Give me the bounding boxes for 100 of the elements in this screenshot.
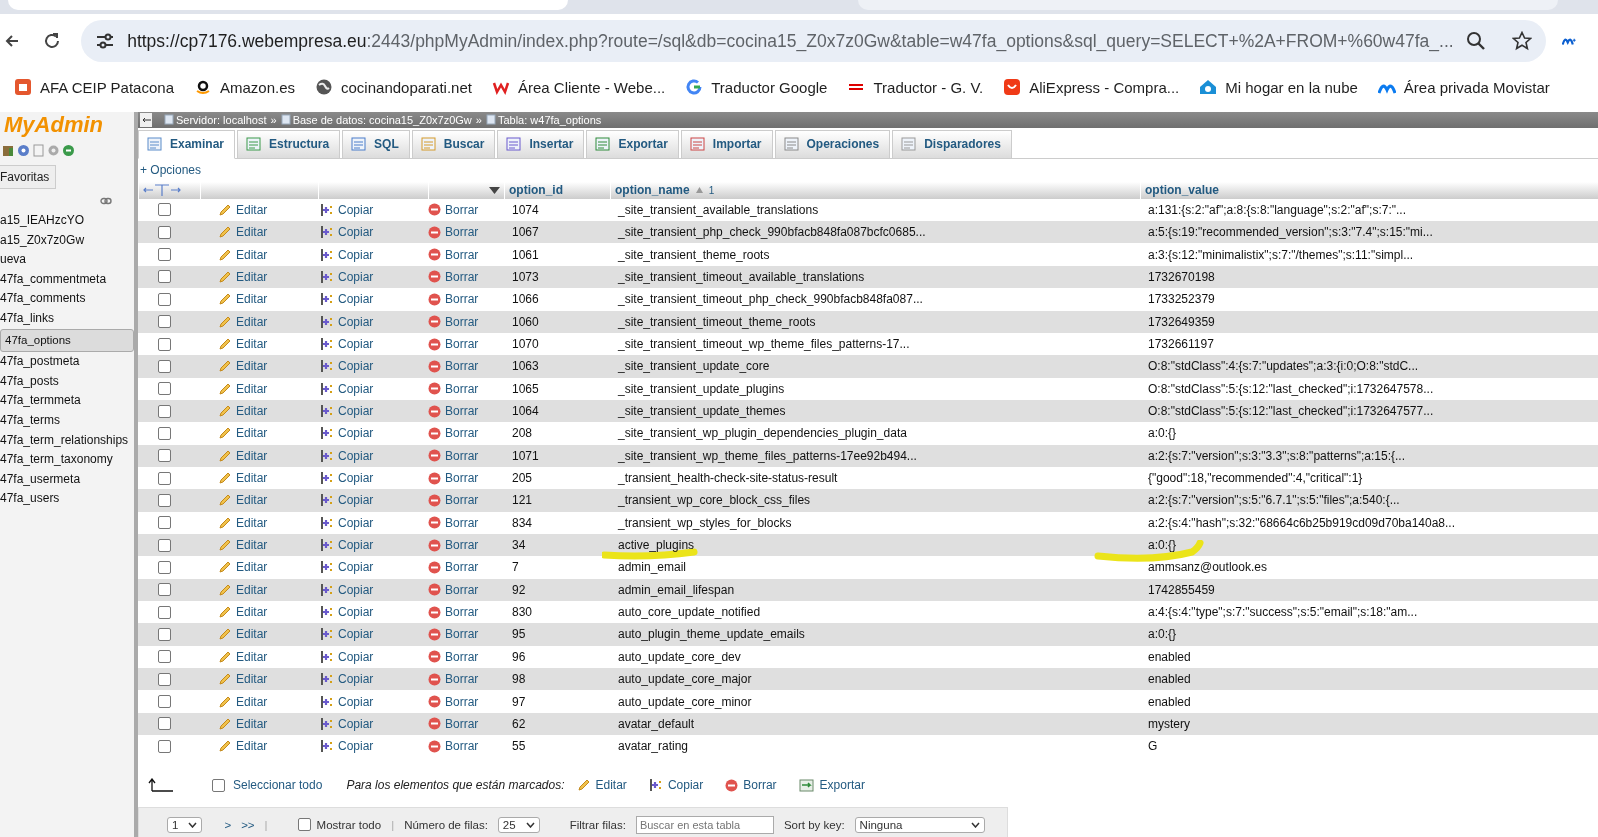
reload-icon[interactable] bbox=[43, 32, 62, 50]
row-checkbox[interactable] bbox=[158, 605, 171, 619]
copy-link[interactable]: Copiar bbox=[318, 270, 428, 284]
options-link[interactable]: + Opciones bbox=[140, 162, 202, 177]
back-icon[interactable] bbox=[3, 33, 18, 49]
edit-link[interactable]: Editar bbox=[200, 314, 318, 329]
edit-link[interactable]: Editar bbox=[200, 225, 318, 240]
row-checkbox[interactable] bbox=[158, 426, 171, 440]
copy-link[interactable]: Copiar bbox=[318, 448, 428, 463]
bookmark[interactable]: Mi hogar en la nube bbox=[1199, 78, 1358, 96]
search-icon[interactable] bbox=[1465, 31, 1486, 51]
copy-link[interactable]: Copiar bbox=[318, 381, 428, 396]
row-checkbox[interactable] bbox=[158, 628, 171, 641]
last-page-link[interactable]: >> bbox=[241, 819, 255, 831]
row-checkbox[interactable] bbox=[158, 672, 171, 686]
delete-link[interactable]: Borrar bbox=[428, 381, 504, 396]
row-checkbox[interactable] bbox=[158, 695, 171, 708]
copy-link[interactable]: Copiar bbox=[318, 471, 428, 486]
copy-link[interactable]: Copiar bbox=[318, 605, 428, 620]
copy-link[interactable]: Copiar bbox=[318, 694, 428, 709]
delete-link[interactable]: Borrar bbox=[428, 649, 504, 664]
delete-link[interactable]: Borrar bbox=[428, 694, 504, 709]
copy-link[interactable]: Copiar bbox=[318, 739, 428, 754]
toolbar-icon[interactable] bbox=[62, 144, 75, 157]
row-checkbox[interactable] bbox=[158, 382, 171, 396]
row-checkbox[interactable] bbox=[158, 203, 171, 217]
bookmark[interactable]: cocinandoparati.net bbox=[315, 78, 472, 96]
bookmark[interactable]: AFA CEIP Patacona bbox=[14, 78, 174, 96]
delete-link[interactable]: Borrar bbox=[428, 314, 504, 329]
row-checkbox[interactable] bbox=[158, 583, 171, 597]
delete-link[interactable]: Borrar bbox=[428, 716, 504, 731]
copy-link[interactable]: Copiar bbox=[318, 314, 428, 329]
table-list-item[interactable]: 47fa_commentmeta bbox=[0, 269, 134, 290]
delete-link[interactable]: Borrar bbox=[428, 359, 504, 374]
table-list-item[interactable]: a15_Z0x7z0Gw bbox=[0, 230, 134, 251]
copy-link[interactable]: Copiar bbox=[318, 337, 428, 351]
row-checkbox[interactable] bbox=[158, 292, 171, 306]
bookmark[interactable]: AliExpress - Compra... bbox=[1003, 78, 1180, 96]
tab[interactable]: SQL bbox=[342, 129, 410, 158]
favorites-button[interactable]: Favoritas bbox=[0, 165, 57, 189]
column-header[interactable]: option_id bbox=[509, 183, 563, 198]
copy-link[interactable]: Copiar bbox=[318, 225, 428, 240]
edit-link[interactable]: Editar bbox=[200, 471, 318, 486]
edit-link[interactable]: Editar bbox=[200, 247, 318, 262]
collapse-button[interactable] bbox=[140, 112, 152, 127]
copy-link[interactable]: Copiar bbox=[318, 202, 428, 217]
breadcrumb-link[interactable]: Servidor: localhost bbox=[176, 113, 267, 126]
bookmark[interactable]: Área privada Movistar bbox=[1377, 78, 1550, 96]
table-list-item[interactable]: a15_IEAHzcYO bbox=[0, 211, 134, 231]
edit-link[interactable]: Editar bbox=[200, 292, 318, 307]
edit-link[interactable]: Editar bbox=[200, 426, 318, 441]
delete-link[interactable]: Borrar bbox=[428, 582, 504, 597]
table-list-item[interactable]: 47fa_postmeta bbox=[0, 352, 134, 372]
copy-link[interactable]: Copiar bbox=[318, 649, 428, 664]
row-checkbox[interactable] bbox=[158, 650, 171, 664]
table-list-item[interactable]: 47fa_term_relationships bbox=[0, 430, 134, 451]
edit-link[interactable]: Editar bbox=[200, 538, 318, 553]
breadcrumb-link[interactable]: Tabla: w47fa_options bbox=[497, 113, 602, 126]
bulk-action-link[interactable]: Copiar bbox=[648, 778, 704, 793]
copy-link[interactable]: Copiar bbox=[318, 404, 428, 419]
row-checkbox[interactable] bbox=[158, 270, 171, 284]
delete-link[interactable]: Borrar bbox=[428, 739, 504, 754]
row-checkbox[interactable] bbox=[158, 471, 171, 485]
table-list-item[interactable]: 47fa_users bbox=[0, 489, 134, 509]
copy-link[interactable]: Copiar bbox=[318, 292, 428, 307]
page-select[interactable]: 1 bbox=[167, 817, 203, 833]
toolbar-icon[interactable] bbox=[17, 144, 30, 157]
filter-field[interactable]: Buscar en esta tabla bbox=[635, 816, 774, 834]
edit-link[interactable]: Editar bbox=[200, 716, 318, 731]
tab[interactable]: Buscar bbox=[411, 129, 496, 158]
next-page-link[interactable]: > bbox=[224, 819, 232, 831]
sort-select[interactable]: Ninguna bbox=[854, 817, 985, 833]
edit-link[interactable]: Editar bbox=[200, 605, 318, 620]
show-all-label[interactable]: Mostrar todo bbox=[316, 819, 382, 831]
copy-link[interactable]: Copiar bbox=[318, 582, 428, 597]
row-checkbox[interactable] bbox=[158, 560, 171, 574]
edit-link[interactable]: Editar bbox=[200, 359, 318, 374]
row-checkbox[interactable] bbox=[158, 359, 171, 373]
link-icon[interactable] bbox=[100, 197, 112, 205]
delete-link[interactable]: Borrar bbox=[428, 337, 504, 351]
delete-link[interactable]: Borrar bbox=[428, 225, 504, 240]
edit-link[interactable]: Editar bbox=[200, 582, 318, 597]
row-checkbox[interactable] bbox=[158, 493, 171, 507]
copy-link[interactable]: Copiar bbox=[318, 247, 428, 262]
row-checkbox[interactable] bbox=[158, 315, 171, 329]
delete-link[interactable]: Borrar bbox=[428, 627, 504, 642]
row-checkbox[interactable] bbox=[158, 717, 171, 731]
rows-select[interactable]: 25 bbox=[497, 817, 540, 833]
bulk-action-link[interactable]: Editar bbox=[576, 778, 627, 793]
table-list-item[interactable]: 47fa_comments bbox=[0, 289, 134, 309]
copy-link[interactable]: Copiar bbox=[318, 359, 428, 374]
delete-link[interactable]: Borrar bbox=[428, 560, 504, 575]
edit-link[interactable]: Editar bbox=[200, 202, 318, 217]
row-checkbox[interactable] bbox=[158, 404, 171, 418]
edit-link[interactable]: Editar bbox=[200, 270, 318, 284]
bulk-action-link[interactable]: Borrar bbox=[725, 778, 777, 793]
toolbar-icon[interactable] bbox=[2, 144, 15, 157]
table-list-item[interactable]: ueva bbox=[0, 250, 134, 270]
row-checkbox[interactable] bbox=[158, 337, 171, 351]
copy-link[interactable]: Copiar bbox=[318, 538, 428, 553]
